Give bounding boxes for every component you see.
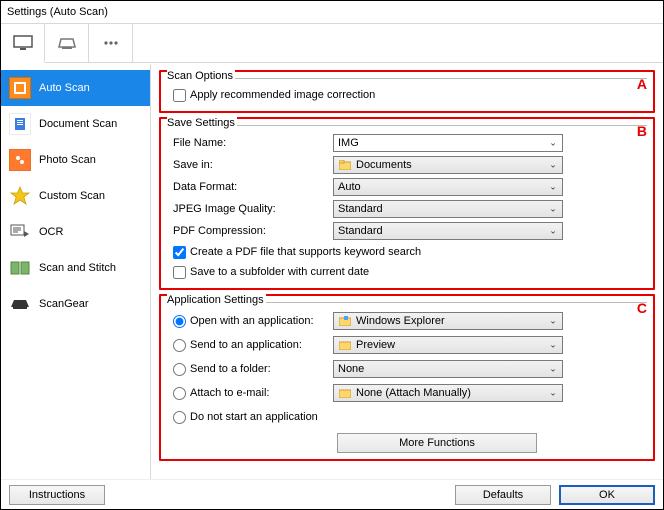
chevron-down-icon: ⌄ — [546, 138, 560, 149]
sidebar-item-label: Auto Scan — [39, 82, 90, 94]
file-name-value: IMG — [338, 137, 359, 149]
do-not-start-label: Do not start an application — [190, 411, 318, 423]
chevron-down-icon: ⌄ — [546, 316, 560, 327]
chevron-down-icon: ⌄ — [546, 364, 560, 375]
sidebar-item-scan-and-stitch[interactable]: Scan and Stitch — [1, 250, 150, 286]
open-with-combo[interactable]: Windows Explorer ⌄ — [333, 312, 563, 330]
send-folder-combo[interactable]: None ⌄ — [333, 360, 563, 378]
sidebar-item-label: OCR — [39, 226, 63, 238]
main-panel: A Scan Options Apply recommended image c… — [151, 64, 663, 479]
jpeg-quality-value: Standard — [338, 203, 383, 215]
save-settings-legend: Save Settings — [167, 117, 237, 129]
sidebar-item-photo-scan[interactable]: Photo Scan — [1, 142, 150, 178]
jpeg-quality-label: JPEG Image Quality: — [167, 203, 327, 215]
file-name-combo[interactable]: IMG ⌄ — [333, 134, 563, 152]
do-not-start-radio[interactable] — [173, 411, 186, 424]
sidebar-item-label: Document Scan — [39, 118, 117, 130]
scangear-icon — [9, 293, 31, 315]
folder-icon — [338, 339, 352, 351]
tab-scan-from-panel[interactable] — [45, 24, 89, 62]
attach-email-label: Attach to e-mail: — [190, 387, 269, 399]
attach-email-combo[interactable]: None (Attach Manually) ⌄ — [333, 384, 563, 402]
send-folder-label: Send to a folder: — [190, 363, 271, 375]
scan-stitch-icon — [9, 257, 31, 279]
region-save-settings: B Save Settings File Name: IMG ⌄ Save in… — [159, 117, 655, 290]
bottom-bar: Instructions Defaults OK — [1, 479, 663, 509]
chevron-down-icon: ⌄ — [546, 182, 560, 193]
pdf-keyword-checkbox[interactable] — [173, 246, 186, 259]
monitor-icon — [13, 35, 33, 51]
document-scan-icon — [9, 113, 31, 135]
send-app-combo[interactable]: Preview ⌄ — [333, 336, 563, 354]
sidebar-item-auto-scan[interactable]: Auto Scan — [1, 70, 150, 106]
tab-more[interactable] — [89, 24, 133, 62]
file-name-label: File Name: — [167, 137, 327, 149]
save-in-combo[interactable]: Documents ⌄ — [333, 156, 563, 174]
ok-button[interactable]: OK — [559, 485, 655, 505]
toolbar — [1, 23, 663, 63]
explorer-icon — [338, 315, 352, 327]
instructions-button[interactable]: Instructions — [9, 485, 105, 505]
ocr-icon — [9, 221, 31, 243]
pdf-compression-value: Standard — [338, 225, 383, 237]
chevron-down-icon: ⌄ — [546, 226, 560, 237]
sidebar-item-label: Custom Scan — [39, 190, 105, 202]
send-app-label: Send to an application: — [190, 339, 302, 351]
open-with-radio[interactable] — [173, 315, 186, 328]
pdf-keyword-label: Create a PDF file that supports keyword … — [190, 246, 421, 258]
application-settings-legend: Application Settings — [167, 294, 266, 306]
region-application-settings: C Application Settings Open with an appl… — [159, 294, 655, 461]
sidebar-item-scangear[interactable]: ScanGear — [1, 286, 150, 322]
attach-email-value: None (Attach Manually) — [356, 387, 471, 399]
chevron-down-icon: ⌄ — [546, 160, 560, 171]
subfolder-checkbox[interactable] — [173, 266, 186, 279]
open-with-value: Windows Explorer — [356, 315, 445, 327]
sidebar: Auto Scan Document Scan Photo Scan Custo… — [1, 64, 151, 479]
sidebar-item-label: Photo Scan — [39, 154, 96, 166]
pdf-compression-combo[interactable]: Standard ⌄ — [333, 222, 563, 240]
send-app-radio[interactable] — [173, 339, 186, 352]
open-with-label: Open with an application: — [190, 315, 314, 327]
data-format-value: Auto — [338, 181, 361, 193]
scanner-icon — [57, 35, 77, 51]
apply-correction-label: Apply recommended image correction — [190, 89, 375, 101]
more-functions-button[interactable]: More Functions — [337, 433, 537, 453]
folder-icon — [338, 387, 352, 399]
send-folder-value: None — [338, 363, 364, 375]
send-folder-radio[interactable] — [173, 363, 186, 376]
pdf-compression-label: PDF Compression: — [167, 225, 327, 237]
sidebar-item-label: ScanGear — [39, 298, 89, 310]
auto-scan-icon — [9, 77, 31, 99]
region-scan-options: A Scan Options Apply recommended image c… — [159, 70, 655, 113]
save-in-label: Save in: — [167, 159, 327, 171]
ellipsis-icon — [101, 35, 121, 51]
save-in-value: Documents — [356, 159, 412, 171]
photo-scan-icon — [9, 149, 31, 171]
apply-correction-checkbox[interactable] — [173, 89, 186, 102]
sidebar-item-label: Scan and Stitch — [39, 262, 116, 274]
window-title: Settings (Auto Scan) — [1, 1, 663, 23]
jpeg-quality-combo[interactable]: Standard ⌄ — [333, 200, 563, 218]
subfolder-label: Save to a subfolder with current date — [190, 266, 369, 278]
tab-scan-from-computer[interactable] — [1, 24, 45, 63]
send-app-value: Preview — [356, 339, 395, 351]
scan-options-legend: Scan Options — [167, 70, 235, 82]
defaults-button[interactable]: Defaults — [455, 485, 551, 505]
sidebar-item-ocr[interactable]: OCR — [1, 214, 150, 250]
chevron-down-icon: ⌄ — [546, 388, 560, 399]
data-format-label: Data Format: — [167, 181, 327, 193]
chevron-down-icon: ⌄ — [546, 340, 560, 351]
sidebar-item-document-scan[interactable]: Document Scan — [1, 106, 150, 142]
folder-icon — [338, 159, 352, 171]
data-format-combo[interactable]: Auto ⌄ — [333, 178, 563, 196]
chevron-down-icon: ⌄ — [546, 204, 560, 215]
attach-email-radio[interactable] — [173, 387, 186, 400]
sidebar-item-custom-scan[interactable]: Custom Scan — [1, 178, 150, 214]
custom-scan-icon — [9, 185, 31, 207]
